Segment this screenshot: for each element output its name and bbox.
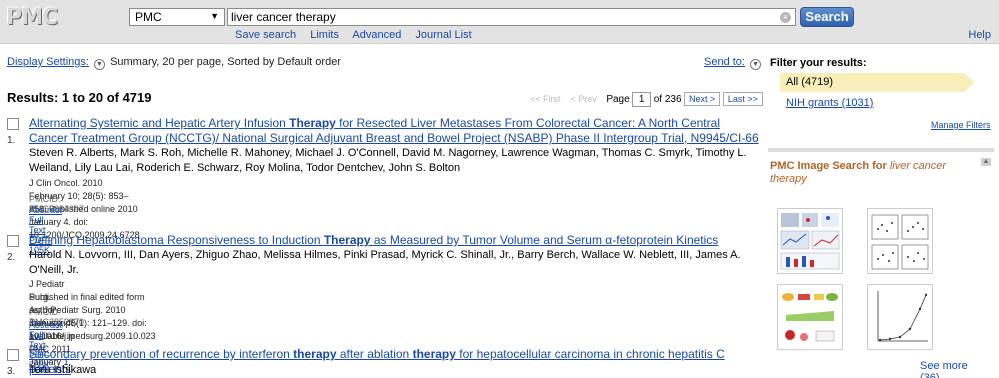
filter-all[interactable]: All (4719) [780, 73, 974, 92]
database-select-value: PMC [135, 10, 162, 24]
pagination: << First < Prev Page 1 of 236 Next > Las… [530, 92, 763, 108]
search-button[interactable]: Search [800, 7, 854, 27]
journal-list-link[interactable]: Journal List [415, 29, 471, 41]
title-text: Alternating Systemic and Hepatic Artery … [29, 116, 290, 130]
result-number: 1. [7, 135, 16, 146]
image-thumbnail[interactable] [867, 208, 933, 274]
filter-heading: Filter your results: [770, 57, 867, 69]
result-authors: Harold N. Lovvorn, III, Dan Ayers, Zhigu… [29, 249, 741, 276]
image-search-panel: PMC Image Search for liver cancer therap… [768, 148, 994, 378]
chevron-down-icon[interactable]: ▼ [750, 59, 762, 70]
dropdown-arrow-icon: ▼ [210, 11, 219, 21]
title-text: Defining Hepatoblastoma Responsiveness t… [29, 233, 324, 247]
display-settings-value: Summary, 20 per page, Sorted by Default … [110, 56, 341, 68]
image-thumbnail[interactable] [777, 284, 843, 350]
abstract-link[interactable]: Abstract [29, 205, 62, 215]
result-number: 2. [7, 252, 16, 263]
limits-link[interactable]: Limits [310, 29, 339, 41]
title-highlight: therapy [293, 347, 337, 361]
image-search-label: PMC Image Search for [770, 160, 887, 172]
result-number: 3. [7, 366, 16, 377]
image-thumbnail[interactable] [777, 208, 843, 274]
result-title-link[interactable]: Alternating Systemic and Hepatic Artery … [29, 116, 759, 146]
last-page-button[interactable]: Last >> [722, 92, 763, 106]
result-authors: Steven R. Alberts, Mark S. Roh, Michelle… [29, 147, 747, 174]
see-more-link[interactable]: See more (36)... [920, 360, 994, 378]
send-to: Send to: ▼ [704, 56, 763, 70]
image-thumbnail[interactable] [867, 284, 933, 350]
collapse-icon[interactable]: ▲ [981, 158, 991, 166]
display-settings-bar: Display Settings: ▼ Summary, 20 per page… [7, 56, 341, 70]
page-number-input[interactable]: 1 [632, 92, 652, 108]
header-bar: PMC PMC ▼ liver cancer therapy × Search … [0, 0, 999, 44]
send-to-link[interactable]: Send to: [704, 56, 745, 68]
title-text: as Measured by Tumor Volume and Serum α-… [370, 233, 719, 247]
title-text: Secondary prevention of recurrence by in… [29, 347, 294, 361]
title-highlight: Therapy [323, 233, 371, 247]
logo-text: PMC [6, 5, 58, 30]
filter-nih-grants[interactable]: NIH grants (1031) [786, 97, 873, 109]
search-sublinks: Save search Limits Advanced Journal List [235, 29, 483, 41]
result-checkbox[interactable] [7, 118, 19, 130]
first-page-link: << First [530, 94, 561, 104]
title-highlight: therapy [412, 347, 456, 361]
save-search-link[interactable]: Save search [235, 29, 296, 41]
pmc-logo[interactable]: PMC [6, 5, 58, 33]
title-highlight: Therapy [289, 116, 336, 130]
search-input[interactable]: liver cancer therapy × [227, 8, 796, 26]
title-text: after ablation [336, 347, 413, 361]
result-title-link[interactable]: Defining Hepatoblastoma Responsiveness t… [29, 233, 759, 248]
chevron-down-icon[interactable]: ▼ [94, 59, 105, 70]
clear-icon[interactable]: × [780, 12, 791, 23]
search-query: liver cancer therapy [231, 10, 336, 24]
prev-page-link: < Prev [570, 94, 597, 104]
page-label: Page [606, 94, 630, 105]
result-checkbox[interactable] [7, 235, 19, 247]
result-checkbox[interactable] [7, 349, 19, 361]
manage-filters-link[interactable]: Manage Filters [931, 120, 991, 130]
next-page-button[interactable]: Next > [684, 92, 721, 106]
display-settings-link[interactable]: Display Settings: [7, 56, 89, 68]
abstract-link[interactable]: Abstract [29, 320, 62, 330]
page-total: of 236 [653, 94, 682, 105]
result-authors: Toru Ishikawa [29, 364, 97, 376]
full-text-link[interactable]: Full Text [29, 215, 46, 235]
database-select[interactable]: PMC ▼ [129, 8, 225, 26]
results-count-heading: Results: 1 to 20 of 4719 [7, 90, 152, 105]
image-search-title: PMC Image Search for liver cancer therap… [770, 160, 970, 186]
advanced-link[interactable]: Advanced [352, 29, 401, 41]
help-link[interactable]: Help [968, 29, 991, 41]
